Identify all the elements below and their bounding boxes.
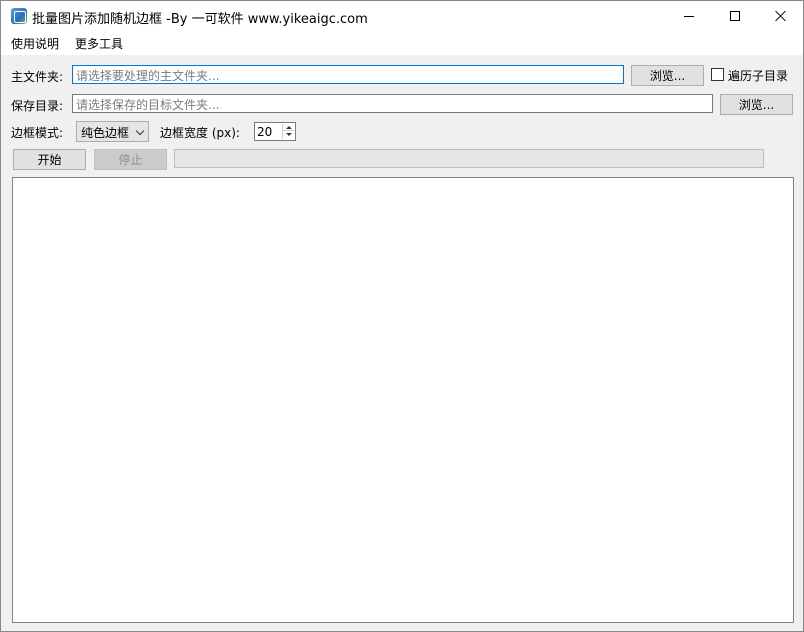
log-textarea[interactable] bbox=[12, 177, 794, 623]
border-mode-value: 纯色边框 bbox=[81, 126, 130, 140]
stop-button[interactable]: 停止 bbox=[94, 149, 167, 170]
app-icon bbox=[11, 8, 27, 24]
caret-down-icon bbox=[285, 133, 292, 136]
save-dir-label: 保存目录: bbox=[11, 99, 64, 113]
progress-bar bbox=[174, 149, 764, 168]
recursive-checkbox[interactable] bbox=[711, 68, 724, 81]
stepper-buttons bbox=[282, 124, 294, 139]
window-title: 批量图片添加随机边框 -By 一可软件 www.yikeaigc.com bbox=[32, 12, 368, 27]
close-button[interactable] bbox=[758, 1, 803, 31]
menu-help[interactable]: 使用说明 bbox=[9, 35, 61, 52]
start-button[interactable]: 开始 bbox=[13, 149, 86, 170]
save-dir-input[interactable]: 请选择保存的目标文件夹... bbox=[72, 94, 713, 113]
stepper-up-button[interactable] bbox=[283, 124, 294, 131]
title-bar[interactable]: 批量图片添加随机边框 -By 一可软件 www.yikeaigc.com bbox=[1, 1, 803, 31]
minimize-button[interactable] bbox=[666, 1, 712, 31]
main-window: 批量图片添加随机边框 -By 一可软件 www.yikeaigc.com 使用说… bbox=[0, 0, 804, 632]
save-dir-browse-button[interactable]: 浏览... bbox=[720, 94, 793, 115]
main-folder-browse-button[interactable]: 浏览... bbox=[631, 65, 704, 86]
border-width-value: 20 bbox=[257, 125, 273, 139]
stepper-down-button[interactable] bbox=[283, 131, 294, 138]
close-icon bbox=[775, 10, 787, 22]
minimize-icon bbox=[684, 15, 694, 17]
recursive-label[interactable]: 遍历子目录 bbox=[728, 67, 788, 84]
menu-more-tools[interactable]: 更多工具 bbox=[73, 35, 125, 52]
main-folder-label: 主文件夹: bbox=[11, 70, 64, 84]
caret-up-icon bbox=[285, 125, 292, 129]
maximize-icon bbox=[730, 11, 740, 21]
border-width-label: 边框宽度 (px): bbox=[160, 126, 240, 140]
main-folder-input[interactable]: 请选择要处理的主文件夹... bbox=[72, 65, 624, 84]
chevron-down-icon bbox=[135, 126, 145, 136]
border-mode-label: 边框模式: bbox=[11, 126, 64, 140]
border-mode-select[interactable]: 纯色边框 bbox=[76, 121, 149, 142]
maximize-button[interactable] bbox=[712, 1, 758, 31]
menu-bar: 使用说明 更多工具 bbox=[1, 31, 803, 55]
border-width-stepper[interactable]: 20 bbox=[254, 122, 296, 141]
